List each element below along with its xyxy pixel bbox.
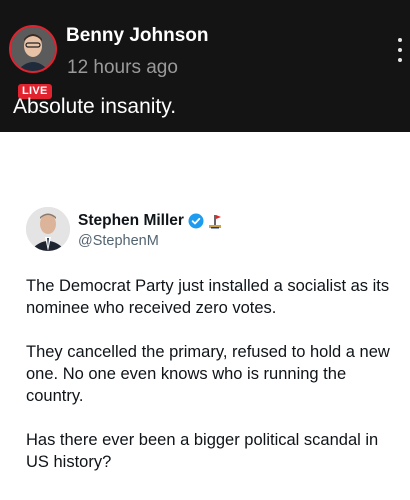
tweet-avatar[interactable]	[26, 207, 70, 251]
post-timestamp: 12 hours ago	[67, 57, 178, 78]
embedded-tweet[interactable]: Stephen Miller @StephenM The Democrat Pa…	[0, 132, 410, 500]
author-avatar[interactable]: LIVE	[9, 25, 57, 99]
tweet-paragraph: Has there ever been a bigger political s…	[26, 431, 379, 471]
post-header: LIVE Benny Johnson 12 hours ago Absolute…	[0, 0, 410, 132]
tweet-author-label: Stephen Miller	[78, 212, 184, 229]
tweet-handle[interactable]: @StephenM	[78, 233, 159, 249]
avatar-image	[11, 27, 55, 71]
author-name[interactable]: Benny Johnson	[66, 25, 209, 47]
verified-badge-icon	[188, 213, 204, 229]
tweet-paragraph: They cancelled the primary, refused to h…	[26, 343, 390, 405]
more-vertical-icon[interactable]	[396, 38, 404, 62]
tweet-body: The Democrat Party just installed a soci…	[26, 275, 396, 495]
tweet-author-name[interactable]: Stephen Miller	[78, 212, 222, 230]
flag-icon	[208, 215, 221, 229]
tweet-paragraph: The Democrat Party just installed a soci…	[26, 277, 390, 317]
post-text: Absolute insanity.	[13, 95, 177, 118]
tweet-avatar-image	[26, 207, 70, 251]
avatar-ring	[9, 25, 57, 73]
